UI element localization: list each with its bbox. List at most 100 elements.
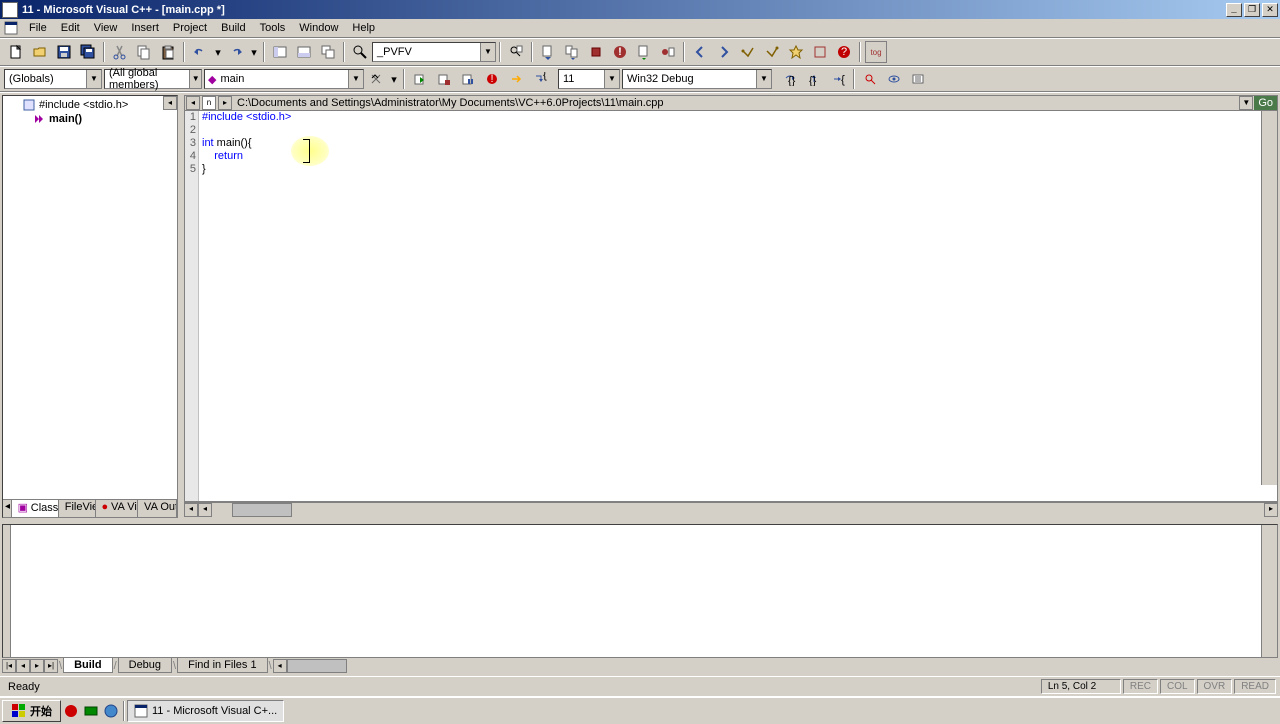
va-refactor-button[interactable] bbox=[785, 41, 807, 63]
va-context-button[interactable] bbox=[809, 41, 831, 63]
tab-classview[interactable]: ▣ ClassV bbox=[12, 500, 59, 517]
cut-button[interactable] bbox=[109, 41, 131, 63]
debug-stop-button[interactable] bbox=[433, 68, 455, 90]
redo-dropdown[interactable]: ▾ bbox=[249, 41, 259, 63]
compile-button[interactable] bbox=[537, 41, 559, 63]
output-tab-next[interactable]: ▸ bbox=[30, 659, 44, 673]
editor-nav-split[interactable]: ▸ bbox=[218, 96, 232, 110]
window-list-button[interactable] bbox=[317, 41, 339, 63]
sidebar-tab-nav[interactable]: ◂ bbox=[3, 500, 12, 517]
config-project-combo[interactable]: 11▼ bbox=[558, 69, 620, 89]
maximize-button[interactable]: ❐ bbox=[1244, 3, 1260, 17]
class-tree[interactable]: #include <stdio.h> main() bbox=[3, 96, 177, 517]
menu-window[interactable]: Window bbox=[292, 20, 345, 36]
scroll-thumb[interactable] bbox=[232, 503, 292, 517]
undo-dropdown[interactable]: ▾ bbox=[213, 41, 223, 63]
wizard-action-button[interactable] bbox=[365, 68, 387, 90]
menu-insert[interactable]: Insert bbox=[124, 20, 166, 36]
output-tab-first[interactable]: |◂ bbox=[2, 659, 16, 673]
dropdown-arrow-icon[interactable]: ▼ bbox=[756, 70, 771, 88]
editor-vertical-scrollbar[interactable] bbox=[1261, 111, 1277, 485]
output-tab-last[interactable]: ▸| bbox=[44, 659, 58, 673]
start-button[interactable]: 开始 bbox=[2, 700, 61, 722]
sidebar-nav-right[interactable] bbox=[177, 96, 191, 110]
output-tab-prev[interactable]: ◂ bbox=[16, 659, 30, 673]
output-vertical-scrollbar[interactable] bbox=[1261, 525, 1277, 657]
editor-dropdown[interactable]: ▼ bbox=[1239, 96, 1253, 110]
menu-file[interactable]: File bbox=[22, 20, 54, 36]
execute-button[interactable]: ! bbox=[609, 41, 631, 63]
va-button-2[interactable] bbox=[761, 41, 783, 63]
copy-button[interactable] bbox=[133, 41, 155, 63]
dock-grip[interactable] bbox=[3, 525, 11, 657]
debug-watch-button[interactable] bbox=[883, 68, 905, 90]
nav-back-button[interactable] bbox=[689, 41, 711, 63]
open-button[interactable] bbox=[29, 41, 51, 63]
dropdown-arrow-icon[interactable]: ▼ bbox=[604, 70, 619, 88]
build-button[interactable] bbox=[561, 41, 583, 63]
debug-stepout-button[interactable]: {} bbox=[803, 68, 825, 90]
dropdown-arrow-icon[interactable]: ▼ bbox=[189, 70, 201, 88]
debug-stepover-button[interactable]: {} bbox=[779, 68, 801, 90]
va-button-1[interactable] bbox=[737, 41, 759, 63]
menu-tools[interactable]: Tools bbox=[253, 20, 293, 36]
breakpoint-button[interactable] bbox=[657, 41, 679, 63]
debug-variables-button[interactable] bbox=[907, 68, 929, 90]
tab-fileview[interactable]: FileVie bbox=[59, 500, 96, 517]
mdi-icon[interactable] bbox=[4, 21, 18, 35]
menu-edit[interactable]: Edit bbox=[54, 20, 87, 36]
tray-icon-1[interactable] bbox=[63, 703, 79, 719]
editor-horizontal-scrollbar[interactable]: ◂ ◂ ▸ bbox=[184, 502, 1278, 518]
stop-build-button[interactable] bbox=[585, 41, 607, 63]
member-combo[interactable]: ◆ main▼ bbox=[204, 69, 364, 89]
code-text[interactable]: #include <stdio.h> int main(){ return } bbox=[199, 111, 1277, 501]
output-tab-debug[interactable]: Debug bbox=[118, 658, 172, 673]
redo-button[interactable] bbox=[225, 41, 247, 63]
minimize-button[interactable]: _ bbox=[1226, 3, 1242, 17]
dropdown-arrow-icon[interactable]: ▼ bbox=[348, 70, 363, 88]
save-button[interactable] bbox=[53, 41, 75, 63]
output-tab-findinfiles[interactable]: Find in Files 1 bbox=[177, 658, 267, 673]
output-body[interactable] bbox=[2, 524, 1278, 658]
debug-apply-button[interactable]: ! bbox=[481, 68, 503, 90]
output-scroll-left[interactable]: ◂ bbox=[273, 659, 287, 673]
config-combo[interactable]: Win32 Debug▼ bbox=[622, 69, 772, 89]
output-button[interactable] bbox=[293, 41, 315, 63]
tray-icon-2[interactable] bbox=[83, 703, 99, 719]
find-combo[interactable]: _PVFV ▼ bbox=[372, 42, 496, 62]
debug-shownext-button[interactable] bbox=[505, 68, 527, 90]
debug-quickwatch-button[interactable] bbox=[859, 68, 881, 90]
menu-build[interactable]: Build bbox=[214, 20, 252, 36]
workspace-button[interactable] bbox=[269, 41, 291, 63]
va-help-button[interactable]: ? bbox=[833, 41, 855, 63]
tray-icon-3[interactable] bbox=[103, 703, 119, 719]
tree-item-include[interactable]: #include <stdio.h> bbox=[5, 98, 175, 112]
debug-stepinto-button[interactable]: {} bbox=[529, 68, 551, 90]
tab-vaoutline[interactable]: VA Outl bbox=[138, 500, 177, 517]
undo-button[interactable] bbox=[189, 41, 211, 63]
menu-project[interactable]: Project bbox=[166, 20, 214, 36]
find-button[interactable] bbox=[349, 41, 371, 63]
close-button[interactable]: ✕ bbox=[1262, 3, 1278, 17]
debug-restart-button[interactable] bbox=[409, 68, 431, 90]
filter-combo[interactable]: (All global members)▼ bbox=[104, 69, 202, 89]
new-file-button[interactable] bbox=[5, 41, 27, 63]
tree-item-main[interactable]: main() bbox=[5, 112, 175, 126]
save-all-button[interactable] bbox=[77, 41, 99, 63]
debug-break-button[interactable] bbox=[457, 68, 479, 90]
tab-vaview[interactable]: ● VA Vie bbox=[96, 500, 139, 517]
paste-button[interactable] bbox=[157, 41, 179, 63]
menu-view[interactable]: View bbox=[87, 20, 125, 36]
output-hscroll-thumb[interactable] bbox=[287, 659, 347, 673]
nav-forward-button[interactable] bbox=[713, 41, 735, 63]
go-button[interactable] bbox=[633, 41, 655, 63]
wizard-dropdown[interactable]: ▾ bbox=[389, 68, 399, 90]
taskbar-app-button[interactable]: 11 - Microsoft Visual C+... bbox=[127, 700, 284, 722]
code-editor[interactable]: 1 2 3 4 5 #include <stdio.h> int main(){… bbox=[184, 111, 1278, 502]
editor-go-button[interactable]: Go bbox=[1254, 96, 1277, 110]
dropdown-arrow-icon[interactable]: ▼ bbox=[86, 70, 101, 88]
editor-nav-tab[interactable]: n bbox=[202, 96, 216, 110]
va-toggle-button[interactable]: tog bbox=[865, 41, 887, 63]
class-combo[interactable]: (Globals)▼ bbox=[4, 69, 102, 89]
output-tab-build[interactable]: Build bbox=[63, 658, 113, 673]
